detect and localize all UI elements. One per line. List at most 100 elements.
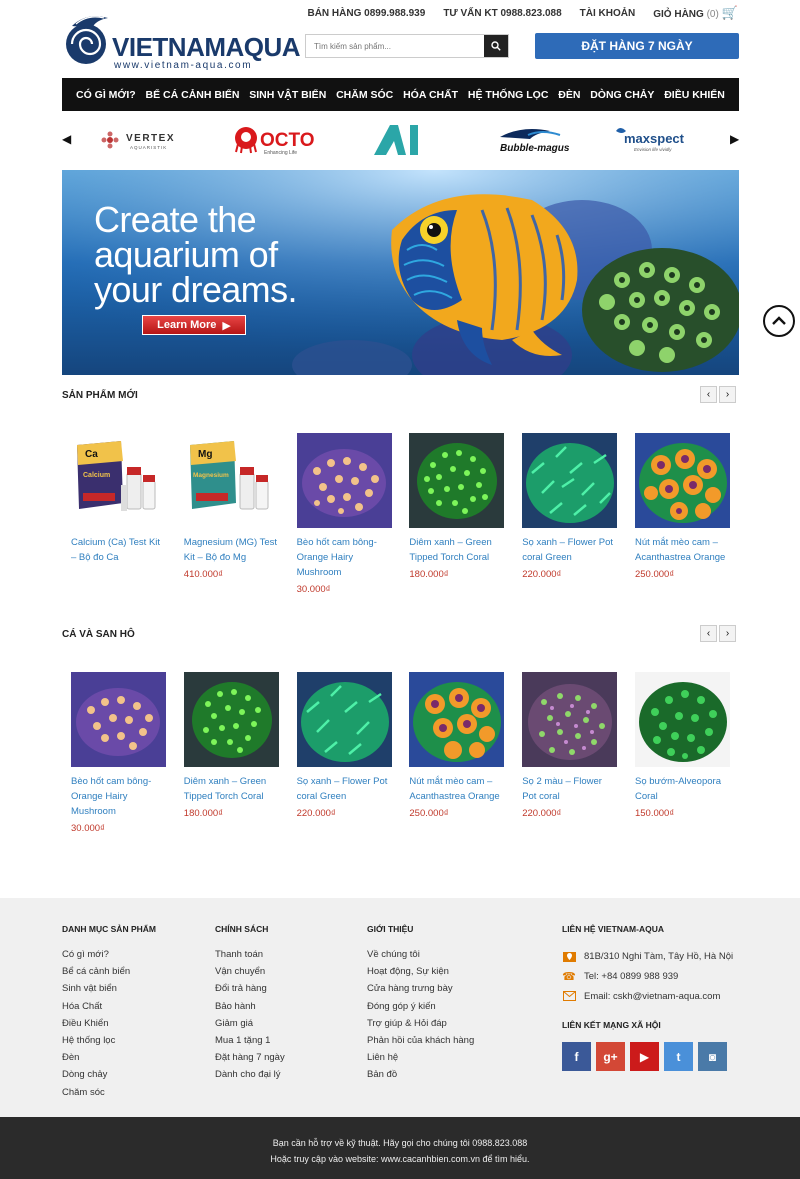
- product-name[interactable]: Sọ xanh – Flower Pot coral Green: [297, 774, 392, 804]
- product-card[interactable]: Mg Magnesium Magnesium (MG) Test Kit – B…: [175, 433, 288, 595]
- brand-octo[interactable]: OCTO Enhancing Life: [232, 124, 320, 156]
- brand-vertex[interactable]: VERTEX AQUARISTIK: [100, 124, 190, 156]
- product-image[interactable]: [183, 672, 279, 767]
- learn-more-button[interactable]: Learn More ▶: [142, 315, 246, 335]
- brand-next-arrow-icon[interactable]: ▶: [730, 132, 739, 146]
- footer-link[interactable]: Dành cho đại lý: [215, 1066, 285, 1083]
- fish-coral-prev-icon[interactable]: ‹: [700, 625, 717, 642]
- footer-link[interactable]: Điều Khiển: [62, 1015, 156, 1032]
- product-image[interactable]: Mg Magnesium: [183, 433, 279, 528]
- product-card[interactable]: Sọ xanh – Flower Pot coral Green 220.000…: [288, 672, 401, 834]
- product-name[interactable]: Magnesium (MG) Test Kit – Bộ đo Mg: [184, 535, 279, 565]
- new-products-next-icon[interactable]: ›: [719, 386, 736, 403]
- footer-link[interactable]: Liên hệ: [367, 1049, 474, 1066]
- footer-link[interactable]: Thanh toán: [215, 946, 285, 963]
- contact-phone-text[interactable]: Tel: +84 0899 988 939: [584, 971, 678, 982]
- brand-ai[interactable]: AI: [368, 124, 428, 156]
- footer-link[interactable]: Bảo hành: [215, 998, 285, 1015]
- fish-coral-next-icon[interactable]: ›: [719, 625, 736, 642]
- footer-link[interactable]: Về chúng tôi: [367, 946, 474, 963]
- product-name[interactable]: Sọ 2 màu – Flower Pot coral: [522, 774, 617, 804]
- sales-hotline[interactable]: BÁN HÀNG 0899.988.939: [307, 8, 425, 19]
- facebook-icon[interactable]: f: [562, 1042, 591, 1071]
- nav-item-flow[interactable]: DÒNG CHẢY: [590, 89, 654, 101]
- product-image[interactable]: [634, 433, 730, 528]
- product-image[interactable]: Ca Calcium: [71, 433, 166, 528]
- product-name[interactable]: Bèo hốt cam bông-Orange Hairy Mushroom: [297, 535, 392, 580]
- search-input[interactable]: [306, 35, 484, 57]
- youtube-icon[interactable]: ▶: [630, 1042, 659, 1071]
- product-card[interactable]: Ca Calcium Calcium (Ca) Test Kit – Bộ đo…: [62, 433, 175, 595]
- contact-email-text[interactable]: Email: cskh@vietnam-aqua.com: [584, 991, 720, 1002]
- product-name[interactable]: Sọ xanh – Flower Pot coral Green: [522, 535, 617, 565]
- footer-link[interactable]: Vận chuyển: [215, 963, 285, 980]
- product-image[interactable]: [296, 672, 392, 767]
- footer-link[interactable]: Giảm giá: [215, 1015, 285, 1032]
- product-image[interactable]: [296, 433, 392, 528]
- footer-link[interactable]: Đặt hàng 7 ngày: [215, 1049, 285, 1066]
- brand-bubble-magus[interactable]: Bubble-magus: [492, 124, 572, 156]
- footer-link[interactable]: Dòng chảy: [62, 1066, 156, 1083]
- nav-item-lights[interactable]: ĐÈN: [558, 89, 580, 101]
- product-price: 220.000₫: [522, 808, 562, 819]
- scroll-to-top-button[interactable]: [763, 305, 795, 337]
- product-image[interactable]: [634, 672, 730, 767]
- footer-link[interactable]: Hệ thống lọc: [62, 1032, 156, 1049]
- site-logo[interactable]: VIETNAMAQUA www.vietnam-aqua.com: [62, 10, 301, 71]
- product-name[interactable]: Calcium (Ca) Test Kit – Bộ đo Ca: [71, 535, 166, 565]
- footer-link[interactable]: Sinh vật biển: [62, 980, 156, 997]
- product-card[interactable]: Nút mắt mèo cam – Acanthastrea Orange 25…: [626, 433, 739, 595]
- footer-link[interactable]: Mua 1 tặng 1: [215, 1032, 285, 1049]
- google-plus-icon[interactable]: g+: [596, 1042, 625, 1071]
- product-card[interactable]: Diêm xanh – Green Tipped Torch Coral 180…: [175, 672, 288, 834]
- product-image[interactable]: [409, 433, 505, 528]
- cart-link[interactable]: GIỎ HÀNG (0) 🛒: [653, 5, 738, 21]
- product-name[interactable]: Bèo hốt cam bông-Orange Hairy Mushroom: [71, 774, 166, 819]
- nav-item-whats-new[interactable]: CÓ GÌ MỚI?: [76, 89, 136, 101]
- product-card[interactable]: Nút mắt mèo cam – Acanthastrea Orange 25…: [400, 672, 513, 834]
- footer-link[interactable]: Bản đồ: [367, 1066, 474, 1083]
- product-image[interactable]: [409, 672, 505, 767]
- footer-link[interactable]: Cửa hàng trưng bày: [367, 980, 474, 997]
- brand-maxspect[interactable]: maxspect Envision life vividly: [610, 124, 696, 156]
- product-card[interactable]: Bèo hốt cam bông-Orange Hairy Mushroom 3…: [62, 672, 175, 834]
- nav-item-care[interactable]: CHĂM SÓC: [336, 89, 393, 101]
- nav-item-marine-life[interactable]: SINH VẬT BIỂN: [249, 89, 326, 101]
- nav-item-filtration[interactable]: HỆ THỐNG LỌC: [468, 89, 549, 101]
- nav-item-controllers[interactable]: ĐIỀU KHIỂN: [664, 89, 725, 101]
- product-card[interactable]: Diêm xanh – Green Tipped Torch Coral 180…: [400, 433, 513, 595]
- product-image[interactable]: [522, 672, 618, 767]
- footer-link[interactable]: Có gì mới?: [62, 946, 156, 963]
- product-name[interactable]: Diêm xanh – Green Tipped Torch Coral: [184, 774, 279, 804]
- footer-link[interactable]: Bể cá cảnh biển: [62, 963, 156, 980]
- brand-prev-arrow-icon[interactable]: ◀: [62, 132, 71, 146]
- instagram-icon[interactable]: ◙: [698, 1042, 727, 1071]
- footer-link[interactable]: Hóa Chất: [62, 998, 156, 1015]
- product-name[interactable]: Nút mắt mèo cam – Acanthastrea Orange: [635, 535, 730, 565]
- nav-item-chemicals[interactable]: HÓA CHẤT: [403, 89, 458, 101]
- product-card[interactable]: Bèo hốt cam bông-Orange Hairy Mushroom 3…: [288, 433, 401, 595]
- footer-link[interactable]: Đổi trả hàng: [215, 980, 285, 997]
- order-7-days-button[interactable]: ĐẶT HÀNG 7 NGÀY: [535, 33, 739, 59]
- nav-item-marine-tanks[interactable]: BỂ CÁ CẢNH BIỂN: [146, 89, 240, 101]
- footer-link[interactable]: Đóng góp ý kiến: [367, 998, 474, 1015]
- product-card[interactable]: Sọ 2 màu – Flower Pot coral 220.000₫: [513, 672, 626, 834]
- footer-link[interactable]: Phản hồi của khách hàng: [367, 1032, 474, 1049]
- product-name[interactable]: Nút mắt mèo cam – Acanthastrea Orange: [409, 774, 504, 804]
- product-card[interactable]: Sọ xanh – Flower Pot coral Green 220.000…: [513, 433, 626, 595]
- footer-link[interactable]: Trợ giúp & Hỏi đáp: [367, 1015, 474, 1032]
- product-image[interactable]: [522, 433, 618, 528]
- footer-link[interactable]: Hoạt động, Sự kiện: [367, 963, 474, 980]
- twitter-icon[interactable]: t: [664, 1042, 693, 1071]
- new-products-prev-icon[interactable]: ‹: [700, 386, 717, 403]
- product-image[interactable]: [71, 672, 166, 767]
- product-name[interactable]: Diêm xanh – Green Tipped Torch Coral: [409, 535, 504, 565]
- tech-hotline[interactable]: TƯ VẤN KT 0988.823.088: [443, 8, 561, 19]
- footer-link[interactable]: Chăm sóc: [62, 1084, 156, 1101]
- account-link[interactable]: TÀI KHOẢN: [580, 8, 636, 19]
- search-button[interactable]: [484, 35, 508, 57]
- footer-link[interactable]: Đèn: [62, 1049, 156, 1066]
- product-card[interactable]: Sọ bướm-Alveopora Coral 150.000₫: [626, 672, 739, 834]
- hero-banner[interactable]: Create the aquarium of your dreams. Lear…: [62, 170, 739, 375]
- product-name[interactable]: Sọ bướm-Alveopora Coral: [635, 774, 730, 804]
